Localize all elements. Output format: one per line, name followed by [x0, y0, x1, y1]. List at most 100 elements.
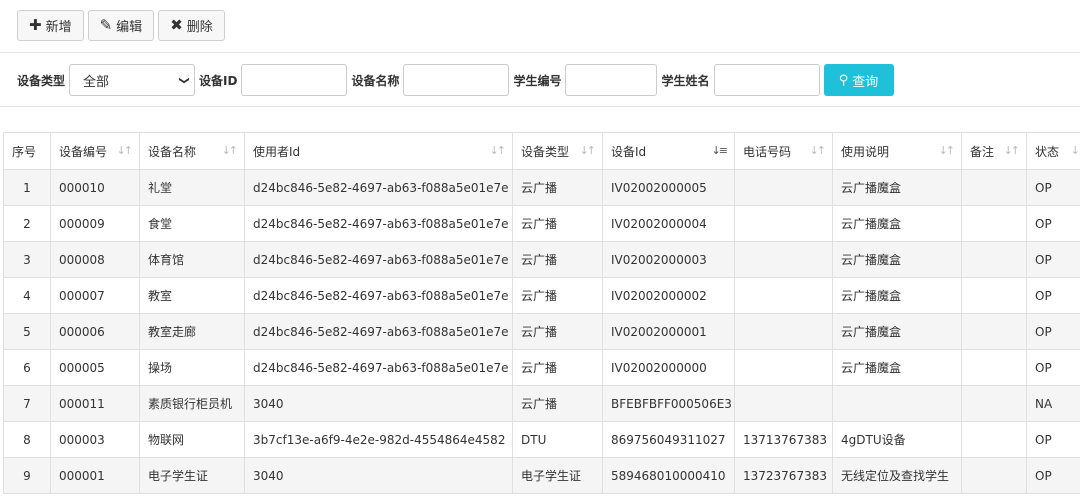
cell-usage — [832, 385, 962, 422]
cell-device-name: 体育馆 — [139, 241, 245, 278]
cell-device-id: IV02002000002 — [602, 277, 735, 314]
student-name-input[interactable] — [713, 64, 820, 96]
student-no-label: 学生编号 — [513, 73, 562, 88]
cell-remark — [961, 313, 1027, 350]
column-header-remark[interactable]: 备注 ↓↑ — [961, 132, 1027, 170]
table-row[interactable]: 7 000011 素质银行柜员机 3040 云广播 BFEBFBFF000506E3 NA — [3, 385, 1080, 422]
cell-phone — [734, 385, 833, 422]
table-row[interactable]: 1 000010 礼堂 d24bc846-5e82-4697-ab63-f088a5e… — [3, 169, 1080, 206]
column-header-label: 设备Id — [611, 144, 647, 159]
cell-status: OP — [1026, 421, 1080, 458]
cell-device-no: 000008 — [50, 241, 140, 278]
table-row[interactable]: 5 000006 教室走廊 d24bc846-5e82-4697-ab63-f088a… — [3, 313, 1080, 350]
cell-index: 2 — [3, 205, 51, 242]
cell-status: OP — [1026, 205, 1080, 242]
plus-icon: ✚ — [29, 16, 42, 34]
cell-device-name: 教室 — [139, 277, 245, 314]
column-header-label: 备注 — [970, 144, 995, 159]
cell-index: 9 — [3, 457, 51, 494]
cell-usage: 云广播魔盒 — [832, 205, 962, 242]
column-header-device-id[interactable]: 设备Id ↓≡ — [602, 132, 735, 170]
cell-device-type: 云广播 — [512, 169, 603, 206]
device-name-input[interactable] — [403, 64, 510, 96]
column-header-device-name[interactable]: 设备名称 ↓↑ — [139, 132, 245, 170]
cell-status: OP — [1026, 241, 1080, 278]
cell-index: 5 — [3, 313, 51, 350]
cell-remark — [961, 241, 1027, 278]
student-name-label: 学生姓名 — [661, 73, 710, 88]
cell-device-id: 589468010000410 — [602, 457, 735, 494]
column-header-user-id[interactable]: 使用者Id ↓↑ — [244, 132, 513, 170]
delete-button[interactable]: ✖ 删除 — [158, 10, 225, 41]
cell-status: NA — [1026, 385, 1080, 422]
column-header-index[interactable]: 序号 — [3, 132, 51, 170]
filter-bar: 设备类型 全部 ❯ 设备ID 设备名称 学生编号 学生姓名 ⚲ 查询 — [17, 63, 894, 97]
table-row[interactable]: 2 000009 食堂 d24bc846-5e82-4697-ab63-f088a5e… — [3, 205, 1080, 242]
add-button[interactable]: ✚ 新增 — [17, 10, 84, 41]
cell-phone: 13723767383 — [734, 457, 833, 494]
cell-user-id: 3b7cf13e-a6f9-4e2e-982d-4554864e4582 — [244, 421, 513, 458]
cell-device-no: 000003 — [50, 421, 140, 458]
cell-device-id: IV02002000004 — [602, 205, 735, 242]
query-button[interactable]: ⚲ 查询 — [823, 64, 894, 96]
cell-device-name: 物联网 — [139, 421, 245, 458]
sort-icon: ↓↑ — [1070, 144, 1080, 157]
sort-icon: ↓↑ — [221, 144, 239, 157]
cell-index: 6 — [3, 349, 51, 386]
cell-phone — [734, 241, 833, 278]
table-row[interactable]: 8 000003 物联网 3b7cf13e-a6f9-4e2e-982d-455486… — [3, 421, 1080, 458]
cell-remark — [961, 205, 1027, 242]
cell-remark — [961, 169, 1027, 206]
table-row[interactable]: 3 000008 体育馆 d24bc846-5e82-4697-ab63-f088a5… — [3, 241, 1080, 278]
cell-status: OP — [1026, 313, 1080, 350]
device-table-wrapper: 序号 设备编号 ↓↑ 设备名称 ↓↑ 使用者Id ↓↑ 设备类型 ↓↑ 设备Id ↓≡ 电… — [3, 132, 1080, 494]
cell-status: OP — [1026, 277, 1080, 314]
cell-user-id: d24bc846-5e82-4697-ab63-f088a5e01e7e — [244, 349, 513, 386]
cell-device-id: BFEBFBFF000506E3 — [602, 385, 735, 422]
cell-remark — [961, 457, 1027, 494]
device-table: 序号 设备编号 ↓↑ 设备名称 ↓↑ 使用者Id ↓↑ 设备类型 ↓↑ 设备Id ↓≡ 电… — [3, 132, 1080, 494]
edit-button[interactable]: ✎ 编辑 — [87, 10, 155, 41]
cell-device-no: 000006 — [50, 313, 140, 350]
cell-phone — [734, 169, 833, 206]
device-name-label: 设备名称 — [351, 73, 400, 88]
table-row[interactable]: 9 000001 电子学生证 3040 电子学生证 589468010000410 1372… — [3, 457, 1080, 494]
cell-user-id: d24bc846-5e82-4697-ab63-f088a5e01e7e — [244, 277, 513, 314]
cell-usage: 云广播魔盒 — [832, 349, 962, 386]
query-button-label: 查询 — [852, 74, 879, 90]
device-type-select-value: 全部 — [83, 74, 110, 90]
column-header-label: 设备类型 — [521, 144, 570, 159]
column-header-label: 使用说明 — [841, 144, 890, 159]
sort-icon: ↓↑ — [489, 144, 507, 157]
cell-remark — [961, 385, 1027, 422]
cell-device-no: 000009 — [50, 205, 140, 242]
column-header-label: 状态 — [1035, 144, 1060, 159]
student-no-input[interactable] — [565, 64, 658, 96]
column-header-device-type[interactable]: 设备类型 ↓↑ — [512, 132, 603, 170]
cell-device-type: 云广播 — [512, 205, 603, 242]
cell-device-id: 869756049311027 — [602, 421, 735, 458]
cell-device-name: 素质银行柜员机 — [139, 385, 245, 422]
table-row[interactable]: 4 000007 教室 d24bc846-5e82-4697-ab63-f088a5e… — [3, 277, 1080, 314]
column-header-phone[interactable]: 电话号码 ↓↑ — [734, 132, 833, 170]
cell-user-id: d24bc846-5e82-4697-ab63-f088a5e01e7e — [244, 313, 513, 350]
cell-device-type: DTU — [512, 421, 603, 458]
pencil-icon: ✎ — [99, 16, 113, 34]
cell-user-id: d24bc846-5e82-4697-ab63-f088a5e01e7e — [244, 205, 513, 242]
cell-device-name: 教室走廊 — [139, 313, 245, 350]
cell-usage: 云广播魔盒 — [832, 313, 962, 350]
cell-device-name: 操场 — [139, 349, 245, 386]
cell-device-name: 电子学生证 — [139, 457, 245, 494]
device-id-input[interactable] — [241, 64, 348, 96]
column-header-device-no[interactable]: 设备编号 ↓↑ — [50, 132, 140, 170]
cell-device-name: 礼堂 — [139, 169, 245, 206]
column-header-status[interactable]: 状态 ↓↑ — [1026, 132, 1080, 170]
column-header-usage[interactable]: 使用说明 ↓↑ — [832, 132, 962, 170]
cell-usage: 云广播魔盒 — [832, 277, 962, 314]
device-type-select[interactable]: 全部 ❯ — [69, 64, 196, 96]
table-row[interactable]: 6 000005 操场 d24bc846-5e82-4697-ab63-f088a5e… — [3, 349, 1080, 386]
filter-divider — [0, 106, 1080, 107]
column-header-label: 设备名称 — [148, 144, 197, 159]
cell-usage: 无线定位及查找学生 — [832, 457, 962, 494]
cell-device-name: 食堂 — [139, 205, 245, 242]
